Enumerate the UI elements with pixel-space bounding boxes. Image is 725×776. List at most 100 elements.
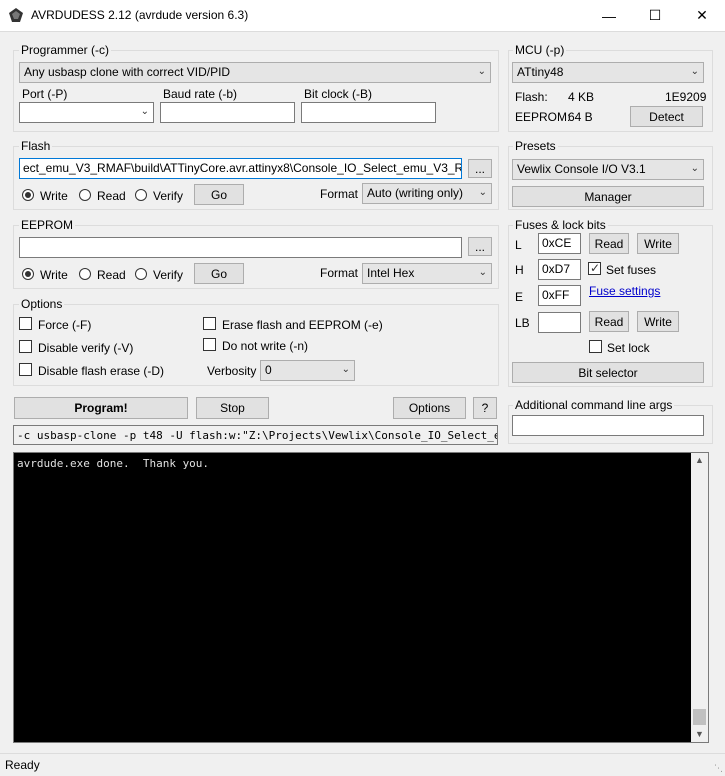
fuse-lb-label: LB	[515, 316, 530, 330]
fuses-label: Fuses & lock bits	[513, 218, 608, 232]
baud-rate-input[interactable]	[160, 102, 295, 123]
chevron-down-icon: ⌄	[477, 66, 486, 77]
eeprom-write-label[interactable]: Write	[40, 268, 68, 282]
eeprom-read-radio[interactable]	[79, 268, 91, 280]
eeprom-path-input[interactable]	[19, 237, 462, 258]
eeprom-write-radio[interactable]	[22, 268, 34, 280]
set-lock-checkbox[interactable]	[589, 340, 602, 353]
status-bar: Ready ⋱	[0, 753, 725, 776]
flash-verify-label[interactable]: Verify	[153, 189, 183, 203]
set-fuses-label[interactable]: Set fuses	[606, 263, 656, 277]
do-not-write-checkbox[interactable]	[203, 338, 216, 351]
flash-label: Flash	[19, 139, 53, 153]
lock-read-button[interactable]: Read	[589, 311, 629, 332]
mcu-eeprom-value: 64 B	[568, 110, 593, 124]
resize-grip-icon[interactable]: ⋱	[714, 763, 723, 774]
disable-flash-erase-checkbox[interactable]	[19, 363, 32, 376]
console-scrollbar[interactable]: ▲ ▼	[691, 453, 708, 742]
programmer-select[interactable]: Any usbasp clone with correct VID/PID ⌄	[19, 62, 491, 83]
eeprom-go-button[interactable]: Go	[194, 263, 244, 284]
presets-select[interactable]: Vewlix Console I/O V3.1 ⌄	[512, 159, 704, 180]
fuse-write-button[interactable]: Write	[637, 233, 679, 254]
disable-flash-erase-label[interactable]: Disable flash erase (-D)	[38, 364, 164, 378]
eeprom-format-select[interactable]: Intel Hex ⌄	[362, 263, 492, 284]
fuse-l-input[interactable]: 0xCE	[538, 233, 581, 254]
minimize-button[interactable]: —	[586, 0, 632, 31]
options-button[interactable]: Options	[393, 397, 466, 419]
flash-browse-button[interactable]: ...	[468, 159, 492, 178]
do-not-write-label[interactable]: Do not write (-n)	[222, 339, 308, 353]
console-text: avrdude.exe done. Thank you.	[17, 457, 210, 470]
extra-args-input[interactable]	[512, 415, 704, 436]
presets-manager-button[interactable]: Manager	[512, 186, 704, 207]
detect-button[interactable]: Detect	[630, 106, 703, 127]
erase-label[interactable]: Erase flash and EEPROM (-e)	[222, 318, 383, 332]
mcu-select[interactable]: ATtiny48 ⌄	[512, 62, 704, 83]
verbosity-select[interactable]: 0 ⌄	[260, 360, 355, 381]
window-title: AVRDUDESS 2.12 (avrdude version 6.3)	[31, 8, 249, 22]
eeprom-format-value: Intel Hex	[367, 266, 415, 280]
fuse-lb-input[interactable]	[538, 312, 581, 333]
help-button[interactable]: ?	[473, 397, 497, 419]
eeprom-label: EEPROM	[19, 218, 76, 232]
mcu-eeprom-label: EEPROM:	[515, 110, 571, 124]
flash-path-input[interactable]: ect_emu_V3_RMAF\build\ATTinyCore.avr.att…	[19, 158, 462, 179]
close-button[interactable]: ✕	[679, 0, 725, 31]
chevron-down-icon: ⌄	[341, 364, 350, 375]
bit-clock-label: Bit clock (-B)	[304, 87, 373, 101]
chevron-down-icon: ⌄	[478, 187, 487, 198]
scroll-up-icon[interactable]: ▲	[695, 455, 704, 465]
bit-clock-input[interactable]	[301, 102, 436, 123]
options-label: Options	[19, 297, 65, 311]
chevron-down-icon: ⌄	[478, 267, 487, 278]
flash-write-label[interactable]: Write	[40, 189, 68, 203]
flash-write-radio[interactable]	[22, 189, 34, 201]
stop-button[interactable]: Stop	[196, 397, 269, 419]
force-label[interactable]: Force (-F)	[38, 318, 91, 332]
eeprom-read-label[interactable]: Read	[97, 268, 126, 282]
disable-verify-label[interactable]: Disable verify (-V)	[38, 341, 133, 355]
maximize-button[interactable]: ☐	[632, 0, 678, 31]
fuse-settings-link[interactable]: Fuse settings	[589, 284, 660, 298]
scroll-thumb[interactable]	[693, 709, 706, 725]
port-select[interactable]: ⌄	[19, 102, 154, 123]
flash-read-radio[interactable]	[79, 189, 91, 201]
fuse-e-input[interactable]: 0xFF	[538, 285, 581, 306]
flash-read-label[interactable]: Read	[97, 189, 126, 203]
bit-selector-button[interactable]: Bit selector	[512, 362, 704, 383]
eeprom-verify-label[interactable]: Verify	[153, 268, 183, 282]
mcu-flash-label: Flash:	[515, 90, 548, 104]
disable-verify-checkbox[interactable]	[19, 340, 32, 353]
erase-checkbox[interactable]	[203, 317, 216, 330]
verbosity-value: 0	[265, 363, 272, 377]
port-label: Port (-P)	[22, 87, 68, 101]
fuse-read-button[interactable]: Read	[589, 233, 629, 254]
status-text: Ready	[5, 758, 40, 772]
flash-go-button[interactable]: Go	[194, 184, 244, 205]
fuse-h-input[interactable]: 0xD7	[538, 259, 581, 280]
scroll-down-icon[interactable]: ▼	[695, 729, 704, 739]
fuse-l-label: L	[515, 238, 522, 252]
program-button[interactable]: Program!	[14, 397, 188, 419]
presets-value: Vewlix Console I/O V3.1	[517, 162, 646, 176]
set-fuses-checkbox[interactable]	[588, 261, 601, 275]
fuse-e-label: E	[515, 290, 524, 304]
eeprom-browse-button[interactable]: ...	[468, 237, 492, 256]
eeprom-verify-radio[interactable]	[135, 268, 147, 280]
chevron-down-icon: ⌄	[690, 66, 699, 77]
force-checkbox[interactable]	[19, 317, 32, 330]
console-output[interactable]: avrdude.exe done. Thank you. ▲ ▼	[13, 452, 709, 743]
flash-format-select[interactable]: Auto (writing only) ⌄	[362, 183, 492, 204]
app-icon	[9, 8, 23, 22]
mcu-flash-value: 4 KB	[568, 90, 595, 104]
flash-format-value: Auto (writing only)	[367, 186, 464, 200]
lock-write-button[interactable]: Write	[637, 311, 679, 332]
command-line-preview[interactable]: -c usbasp-clone -p t48 -U flash:w:"Z:\Pr…	[13, 425, 498, 445]
extra-args-label: Additional command line args	[513, 398, 675, 412]
fuse-h-label: H	[515, 263, 524, 277]
chevron-down-icon: ⌄	[140, 106, 149, 117]
programmer-value: Any usbasp clone with correct VID/PID	[24, 65, 231, 79]
chevron-down-icon: ⌄	[690, 163, 699, 174]
set-lock-label[interactable]: Set lock	[607, 341, 650, 355]
flash-verify-radio[interactable]	[135, 189, 147, 201]
